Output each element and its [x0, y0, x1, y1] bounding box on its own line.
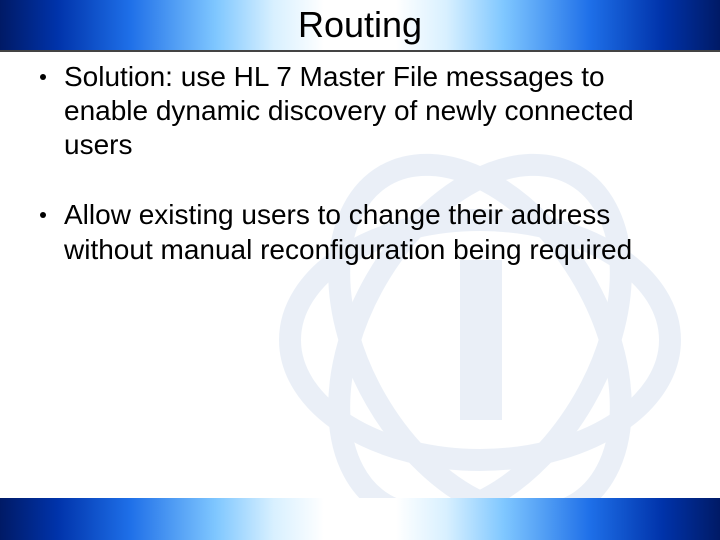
- header-divider: [0, 50, 720, 52]
- slide: Routing Solution: use HL 7 Master File m…: [0, 0, 720, 540]
- bullet-text: Allow existing users to change their add…: [64, 198, 680, 266]
- bullet-item: Solution: use HL 7 Master File messages …: [40, 60, 680, 162]
- footer-gradient-bar: [0, 498, 720, 540]
- slide-title: Routing: [0, 4, 720, 46]
- slide-body: Solution: use HL 7 Master File messages …: [40, 60, 680, 303]
- bullet-dot-icon: [40, 212, 46, 218]
- bullet-dot-icon: [40, 74, 46, 80]
- bullet-text: Solution: use HL 7 Master File messages …: [64, 60, 680, 162]
- bullet-item: Allow existing users to change their add…: [40, 198, 680, 266]
